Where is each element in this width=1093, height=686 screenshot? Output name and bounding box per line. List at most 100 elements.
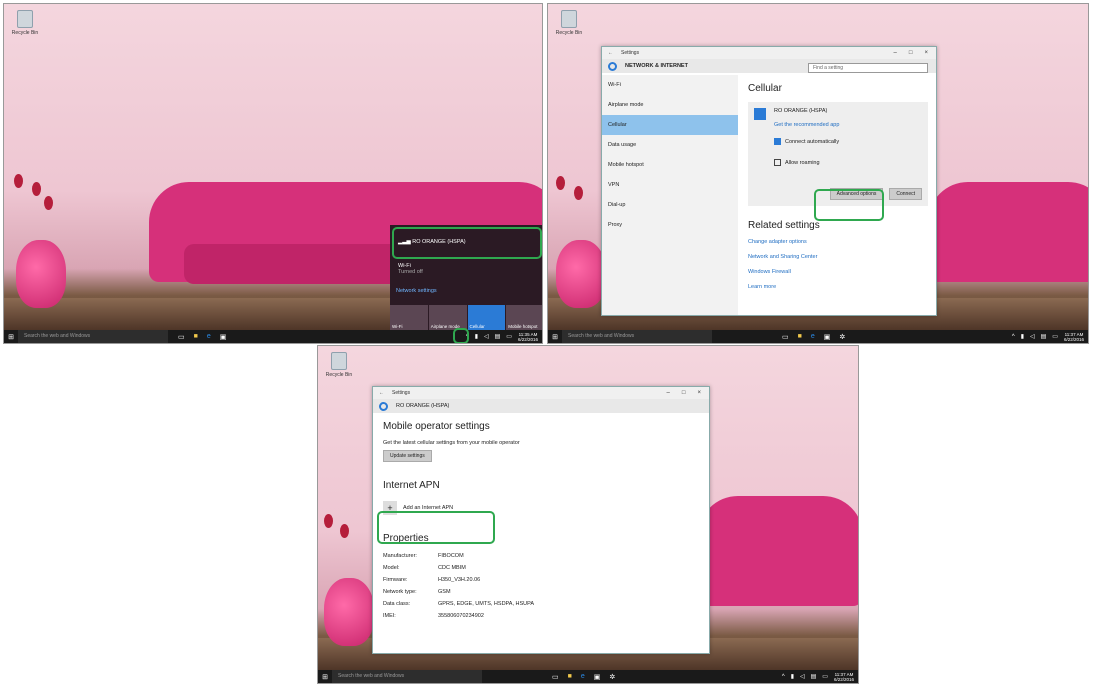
flower (574, 186, 583, 200)
volume-icon[interactable]: ◁ (800, 673, 805, 680)
flower (32, 182, 41, 196)
network-settings-link[interactable]: Network settings (396, 288, 437, 294)
clock[interactable]: 11:37 AM 6/22/2016 (834, 672, 854, 682)
chevron-up-icon[interactable]: ^ (1012, 334, 1015, 340)
nav-data-usage[interactable]: Data usage (602, 135, 738, 155)
section-title: Cellular (748, 83, 782, 94)
keyboard-icon[interactable]: ▭ (1052, 333, 1058, 340)
recycle-bin[interactable]: Recycle Bin (554, 10, 584, 36)
back-arrow-icon[interactable]: ← (379, 390, 384, 396)
minimize-icon[interactable]: – (667, 390, 670, 396)
taskbar-apps: ▭ ■ e ▣ (178, 333, 226, 341)
apn-title: Internet APN (383, 480, 440, 491)
file-explorer-icon[interactable]: ■ (798, 333, 802, 341)
screenshot-panel-2: Recycle Bin ← Settings – □ × NETWORK & I… (547, 3, 1089, 344)
task-view-icon[interactable]: ▭ (782, 333, 789, 341)
file-explorer-icon[interactable]: ■ (568, 673, 572, 681)
minimize-icon[interactable]: – (894, 50, 897, 56)
task-view-icon[interactable]: ▭ (178, 333, 185, 341)
notification-icon[interactable]: ▤ (495, 333, 501, 340)
edge-icon[interactable]: e (811, 333, 815, 341)
maximize-icon[interactable]: □ (909, 50, 913, 56)
taskbar-apps: ▭ ■ e ▣ ✲ (552, 673, 615, 681)
nav-vpn[interactable]: VPN (602, 175, 738, 195)
taskbar-search[interactable]: Search the web and Windows (18, 330, 168, 343)
related-link-firewall[interactable]: Windows Firewall (748, 269, 936, 275)
recycle-bin[interactable]: Recycle Bin (324, 352, 354, 378)
cellular-tray-icon[interactable]: ▮ (475, 333, 478, 340)
tile-wifi[interactable]: Wi-Fi (390, 305, 428, 331)
table-row: IMEI: 355806070234902 (383, 613, 484, 619)
nav-wifi[interactable]: Wi-Fi (602, 75, 738, 95)
nav-mobile-hotspot[interactable]: Mobile hotspot (602, 155, 738, 175)
taskbar-search[interactable]: Search the web and Windows (562, 330, 712, 343)
start-icon[interactable]: ⊞ (4, 333, 18, 341)
settings-gear-icon[interactable]: ✲ (609, 673, 615, 681)
flower (324, 514, 333, 528)
keyboard-icon[interactable]: ▭ (822, 673, 828, 680)
find-setting-input[interactable]: Find a setting (808, 63, 928, 73)
maximize-icon[interactable]: □ (682, 390, 686, 396)
highlight-add-apn (377, 511, 495, 544)
nav-dial-up[interactable]: Dial-up (602, 195, 738, 215)
store-icon[interactable]: ▣ (824, 333, 831, 341)
file-explorer-icon[interactable]: ■ (194, 333, 198, 341)
close-icon[interactable]: × (924, 50, 928, 56)
recommended-app-link[interactable]: Get the recommended app (774, 122, 922, 128)
flower (556, 176, 565, 190)
gear-icon (379, 401, 388, 411)
tile-mobile-hotspot[interactable]: Mobile hotspot (506, 305, 542, 331)
tile-cellular[interactable]: Cellular (467, 305, 506, 331)
store-icon[interactable]: ▣ (220, 333, 227, 341)
flower (340, 524, 349, 538)
recycle-bin-icon (331, 352, 347, 370)
cellular-tray-icon[interactable]: ▮ (791, 673, 794, 680)
sofa (698, 496, 858, 606)
clock[interactable]: 11:37 AM 6/22/2016 (1064, 332, 1084, 342)
store-icon[interactable]: ▣ (594, 673, 601, 681)
connect-auto-checkbox[interactable]: Connect automatically (774, 138, 922, 145)
nav-airplane-mode[interactable]: Airplane mode (602, 95, 738, 115)
screenshot-panel-1: Recycle Bin ▂▃▅ RO ORANGE (HSPA) Wi-Fi T… (3, 3, 543, 344)
notification-icon[interactable]: ▤ (811, 673, 817, 680)
gear-icon (608, 61, 617, 71)
volume-icon[interactable]: ◁ (484, 333, 489, 340)
related-settings-title: Related settings (748, 220, 820, 231)
flyout-wifi-item[interactable]: Wi-Fi Turned off (398, 263, 423, 275)
chevron-up-icon[interactable]: ^ (782, 674, 785, 680)
clock[interactable]: 11:35 AM 6/22/2016 (518, 332, 538, 342)
update-settings-button[interactable]: Update settings (383, 450, 432, 462)
window-controls: – □ × (894, 50, 936, 56)
connect-button[interactable]: Connect (889, 188, 922, 200)
notification-icon[interactable]: ▤ (1041, 333, 1047, 340)
start-icon[interactable]: ⊞ (548, 333, 562, 341)
quick-action-tiles: Wi-Fi Airplane mode Cellular Mobile hots… (390, 305, 542, 331)
volume-icon[interactable]: ◁ (1030, 333, 1035, 340)
edge-icon[interactable]: e (207, 333, 211, 341)
cellular-tray-icon[interactable]: ▮ (1021, 333, 1024, 340)
highlight-network (392, 227, 542, 259)
back-arrow-icon[interactable]: ← (608, 50, 613, 56)
edge-icon[interactable]: e (581, 673, 585, 681)
system-tray: ^ ▮ ◁ ▤ ▭ 11:37 AM 6/22/2016 (782, 672, 858, 682)
related-link-adapter[interactable]: Change adapter options (748, 239, 936, 245)
cellular-icon (754, 108, 766, 120)
nav-cellular[interactable]: Cellular (602, 115, 738, 135)
flower (44, 196, 53, 210)
close-icon[interactable]: × (697, 390, 701, 396)
allow-roaming-checkbox[interactable]: Allow roaming (774, 159, 922, 166)
related-link-sharing-center[interactable]: Network and Sharing Center (748, 254, 936, 260)
system-tray: ^ ▮ ◁ ▤ ▭ 11:35 AM 6/22/2016 (466, 332, 542, 342)
recycle-bin-icon (17, 10, 33, 28)
taskbar: ⊞ Search the web and Windows ▭ ■ e ▣ ✲ ^… (318, 670, 858, 683)
recycle-bin[interactable]: Recycle Bin (10, 10, 40, 36)
task-view-icon[interactable]: ▭ (552, 673, 559, 681)
settings-gear-icon[interactable]: ✲ (839, 333, 845, 341)
start-icon[interactable]: ⊞ (318, 673, 332, 681)
related-link-learn-more[interactable]: Learn more (748, 284, 936, 290)
keyboard-icon[interactable]: ▭ (506, 333, 512, 340)
titlebar: ← Settings – □ × (602, 47, 936, 59)
taskbar-search[interactable]: Search the web and Windows (332, 670, 482, 683)
nav-proxy[interactable]: Proxy (602, 215, 738, 235)
taskbar-apps: ▭ ■ e ▣ ✲ (782, 333, 845, 341)
